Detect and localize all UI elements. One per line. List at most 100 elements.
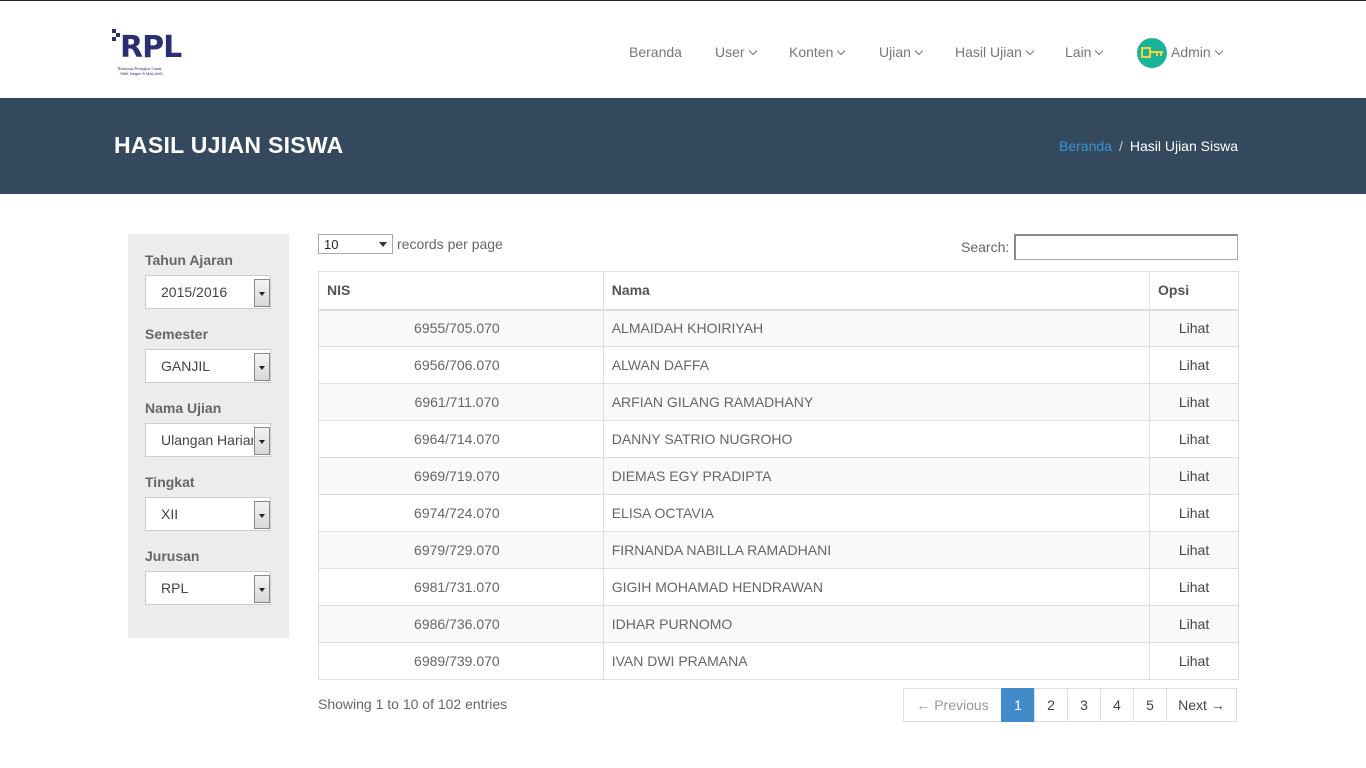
- breadcrumb-separator: /: [1118, 138, 1123, 154]
- page-button-4[interactable]: 4: [1100, 688, 1134, 722]
- column-header-nis[interactable]: NIS: [318, 271, 604, 311]
- lihat-link[interactable]: Lihat: [1149, 531, 1239, 569]
- cell-nama: ARFIAN GILANG RAMADHANY: [602, 383, 1151, 421]
- table-row: 6981/731.070 GIGIH MOHAMAD HENDRAWAN Lihat: [318, 568, 1239, 606]
- select-value: 2015/2016: [161, 284, 228, 300]
- page-button-2[interactable]: 2: [1034, 688, 1068, 722]
- filter-label-tingkat: Tingkat: [145, 474, 195, 490]
- table-row: 6961/711.070 ARFIAN GILANG RAMADHANY Lihat: [318, 383, 1239, 421]
- previous-page-button[interactable]: ← Previous: [903, 688, 1002, 722]
- nav-item-ujian[interactable]: Ujian: [879, 37, 924, 67]
- nav-item-hasil-ujian[interactable]: Hasil Ujian: [955, 37, 1035, 67]
- cell-nama: DANNY SATRIO NUGROHO: [602, 420, 1151, 458]
- breadcrumb-current: Hasil Ujian Siswa: [1129, 138, 1238, 154]
- cell-nis: 6956/706.070: [318, 346, 604, 384]
- jurusan-select[interactable]: RPL: [145, 571, 271, 605]
- nav-item-konten[interactable]: Konten: [789, 37, 846, 67]
- pagination: ← Previous 1 2 3 4 5 Next →: [903, 688, 1237, 722]
- dropdown-arrow-icon: [254, 501, 270, 529]
- breadcrumb-beranda[interactable]: Beranda: [1059, 138, 1112, 154]
- logo-school: SMK Negeri 5 MALANG: [120, 71, 163, 76]
- filter-label-jurusan: Jurusan: [145, 548, 200, 564]
- chevron-down-icon: [1214, 46, 1223, 56]
- navbar: RPL Rekayasa Perangkat Lunak SMK Negeri …: [0, 1, 1366, 98]
- chevron-down-icon: [837, 46, 846, 56]
- table-body: 6955/705.070 ALMAIDAH KHOIRIYAH Lihat 6956/…: [318, 309, 1239, 680]
- cell-nama: ALMAIDAH KHOIRIYAH: [602, 309, 1151, 347]
- key-icon: [1141, 47, 1163, 58]
- lihat-link[interactable]: Lihat: [1149, 568, 1239, 606]
- cell-nama: ALWAN DAFFA: [602, 346, 1151, 384]
- column-header-opsi[interactable]: Opsi: [1149, 271, 1239, 311]
- cell-nis: 6969/719.070: [318, 457, 604, 495]
- avatar[interactable]: [1137, 38, 1167, 68]
- cell-nis: 6979/729.070: [318, 531, 604, 569]
- filter-sidebar: Tahun Ajaran 2015/2016 Semester GANJIL N…: [128, 234, 289, 638]
- nama-ujian-select[interactable]: Ulangan Harian: [145, 423, 271, 457]
- breadcrumb: Beranda / Hasil Ujian Siswa: [1059, 138, 1238, 154]
- cell-nis: 6989/739.070: [318, 642, 604, 680]
- table-header-row: NIS Nama Opsi: [318, 271, 1239, 311]
- lihat-link[interactable]: Lihat: [1149, 457, 1239, 495]
- lihat-link[interactable]: Lihat: [1149, 642, 1239, 680]
- rpl-logo[interactable]: RPL Rekayasa Perangkat Lunak SMK Negeri …: [112, 29, 182, 79]
- chevron-down-icon: [1025, 46, 1035, 56]
- page-length-select[interactable]: 10: [318, 234, 393, 254]
- lihat-link[interactable]: Lihat: [1149, 383, 1239, 421]
- cell-nama: IDHAR PURNOMO: [602, 605, 1151, 643]
- select-value: Ulangan Harian: [161, 432, 253, 448]
- logo-text: RPL: [120, 30, 182, 65]
- chevron-down-icon: [914, 46, 924, 56]
- table-row: 6969/719.070 DIEMAS EGY PRADIPTA Lihat: [318, 457, 1239, 495]
- cell-nama: ELISA OCTAVIA: [602, 494, 1151, 532]
- page-button-1[interactable]: 1: [1001, 688, 1035, 722]
- lihat-link[interactable]: Lihat: [1149, 494, 1239, 532]
- table-info: Showing 1 to 10 of 102 entries: [318, 696, 508, 712]
- page-button-3[interactable]: 3: [1067, 688, 1101, 722]
- lihat-link[interactable]: Lihat: [1149, 605, 1239, 643]
- cell-nis: 6961/711.070: [318, 383, 604, 421]
- select-value: XII: [161, 506, 179, 522]
- filter-label-nama-ujian: Nama Ujian: [145, 400, 222, 416]
- table-row: 6974/724.070 ELISA OCTAVIA Lihat: [318, 494, 1239, 532]
- search-input[interactable]: [1014, 234, 1238, 260]
- filter-label-semester: Semester: [145, 326, 209, 342]
- results-table: NIS Nama Opsi 6955/705.070 ALMAIDAH KHOIR…: [318, 271, 1239, 680]
- dropdown-arrow-icon: [254, 575, 270, 603]
- table-row: 6955/705.070 ALMAIDAH KHOIRIYAH Lihat: [318, 309, 1239, 347]
- nav-item-beranda[interactable]: Beranda: [629, 37, 682, 67]
- next-page-button[interactable]: Next →: [1166, 688, 1237, 722]
- page-length-label: records per page: [397, 236, 503, 252]
- nav-item-admin[interactable]: Admin: [1171, 37, 1223, 67]
- cell-nama: DIEMAS EGY PRADIPTA: [602, 457, 1151, 495]
- table-row: 6989/739.070 IVAN DWI PRAMANA Lihat: [318, 642, 1239, 680]
- page-length-value: 10: [324, 237, 339, 252]
- page-header: HASIL UJIAN SISWA Beranda / Hasil Ujian Si…: [0, 98, 1366, 194]
- cell-nis: 6955/705.070: [318, 309, 604, 347]
- tahun-ajaran-select[interactable]: 2015/2016: [145, 275, 271, 309]
- logo-pixel: [112, 37, 116, 41]
- page-button-5[interactable]: 5: [1133, 688, 1167, 722]
- tingkat-select[interactable]: XII: [145, 497, 271, 531]
- dropdown-arrow-icon: [254, 353, 270, 381]
- lihat-link[interactable]: Lihat: [1149, 346, 1239, 384]
- chevron-down-icon: [748, 46, 757, 56]
- chevron-down-icon: [1095, 46, 1104, 56]
- lihat-link[interactable]: Lihat: [1149, 309, 1239, 347]
- cell-nis: 6974/724.070: [318, 494, 604, 532]
- semester-select[interactable]: GANJIL: [145, 349, 271, 383]
- column-header-nama[interactable]: Nama: [602, 271, 1151, 311]
- select-value: GANJIL: [161, 358, 211, 374]
- dropdown-arrow-icon: [254, 427, 270, 455]
- nav-item-user[interactable]: User: [715, 37, 757, 67]
- cell-nama: GIGIH MOHAMAD HENDRAWAN: [602, 568, 1151, 606]
- cell-nis: 6986/736.070: [318, 605, 604, 643]
- cell-nis: 6981/731.070: [318, 568, 604, 606]
- nav-item-lain[interactable]: Lain: [1065, 37, 1104, 67]
- cell-nis: 6964/714.070: [318, 420, 604, 458]
- select-value: RPL: [161, 580, 189, 596]
- dropdown-arrow-icon: [254, 279, 270, 307]
- table-row: 6979/729.070 FIRNANDA NABILLA RAMADHANI Li…: [318, 531, 1239, 569]
- lihat-link[interactable]: Lihat: [1149, 420, 1239, 458]
- filter-label-tahun-ajaran: Tahun Ajaran: [145, 252, 233, 268]
